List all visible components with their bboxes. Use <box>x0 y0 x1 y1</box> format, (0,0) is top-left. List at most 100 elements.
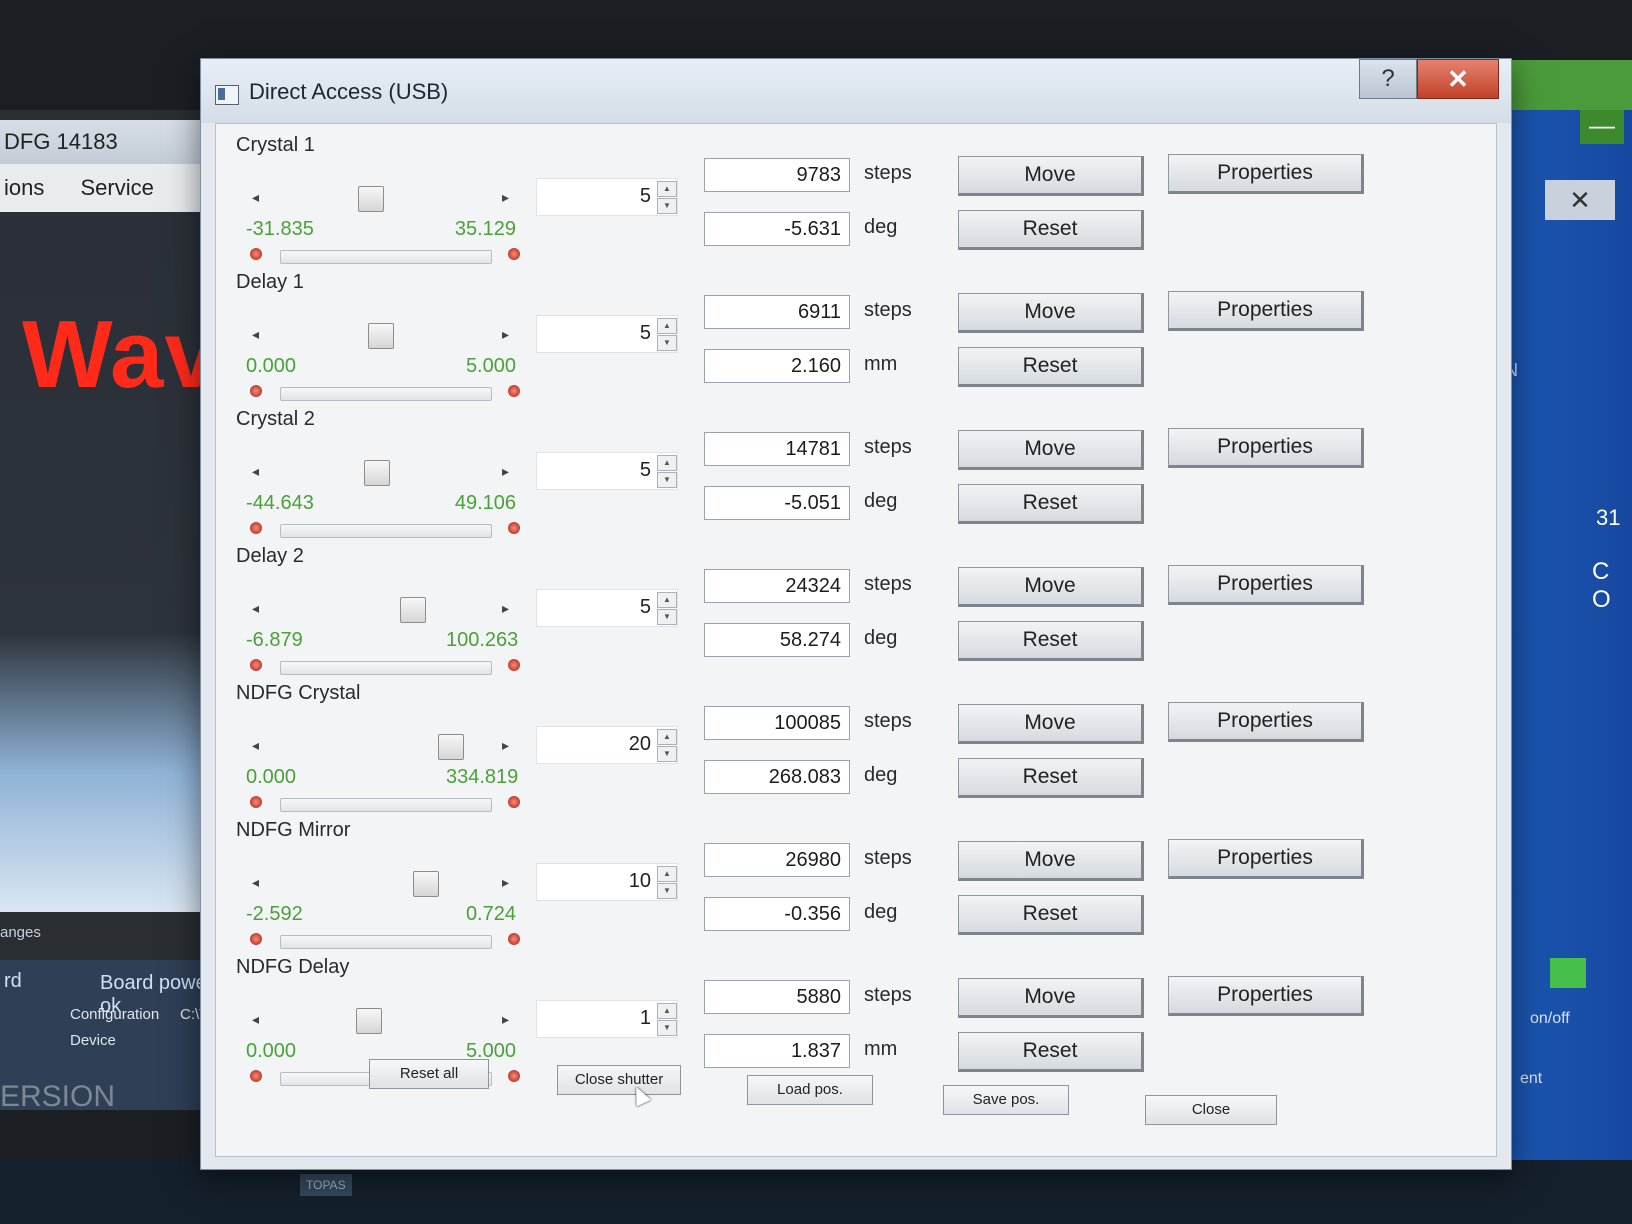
spin-up-icon[interactable]: ▲ <box>657 1003 677 1019</box>
steps-field[interactable]: 26980 <box>704 843 850 877</box>
spin-down-icon[interactable]: ▼ <box>657 335 677 351</box>
step-size-spinbox[interactable]: 5 ▲ ▼ <box>536 315 678 353</box>
reset-all-button[interactable]: Reset all <box>369 1059 489 1089</box>
slider-left-arrow-icon[interactable]: ◂ <box>252 326 259 343</box>
slider-thumb[interactable] <box>413 871 439 897</box>
position-field[interactable]: -5.051 <box>704 486 850 520</box>
step-size-value[interactable]: 20 <box>629 733 651 756</box>
move-button[interactable]: Move <box>958 841 1144 881</box>
step-size-value[interactable]: 5 <box>640 322 651 345</box>
steps-field[interactable]: 24324 <box>704 569 850 603</box>
properties-button[interactable]: Properties <box>1168 839 1364 879</box>
step-size-spinbox[interactable]: 20 ▲ ▼ <box>536 726 678 764</box>
move-button[interactable]: Move <box>958 567 1144 607</box>
spin-down-icon[interactable]: ▼ <box>657 472 677 488</box>
slider-left-arrow-icon[interactable]: ◂ <box>252 737 259 754</box>
position-field[interactable]: 2.160 <box>704 349 850 383</box>
reset-button[interactable]: Reset <box>958 895 1144 935</box>
step-size-spinbox[interactable]: 5 ▲ ▼ <box>536 589 678 627</box>
position-field[interactable]: 1.837 <box>704 1034 850 1068</box>
spin-down-icon[interactable]: ▼ <box>657 746 677 762</box>
steps-field[interactable]: 5880 <box>704 980 850 1014</box>
step-size-value[interactable]: 1 <box>640 1007 651 1030</box>
slider-right-arrow-icon[interactable]: ▸ <box>502 326 509 343</box>
help-button[interactable]: ? <box>1359 59 1417 99</box>
step-size-value[interactable]: 5 <box>640 459 651 482</box>
spin-up-icon[interactable]: ▲ <box>657 318 677 334</box>
slider-left-arrow-icon[interactable]: ◂ <box>252 600 259 617</box>
background-minimize-button[interactable]: — <box>1580 110 1624 144</box>
spin-down-icon[interactable]: ▼ <box>657 1020 677 1036</box>
spin-down-icon[interactable]: ▼ <box>657 883 677 899</box>
slider-thumb[interactable] <box>368 323 394 349</box>
step-size-value[interactable]: 10 <box>629 870 651 893</box>
move-button[interactable]: Move <box>958 978 1144 1018</box>
menu-item-service[interactable]: Service <box>80 175 153 200</box>
properties-button[interactable]: Properties <box>1168 428 1364 468</box>
spin-buttons[interactable]: ▲ ▼ <box>657 729 677 762</box>
position-slider[interactable]: ◂ ▸ <box>246 186 516 212</box>
move-button[interactable]: Move <box>958 704 1144 744</box>
slider-right-arrow-icon[interactable]: ▸ <box>502 737 509 754</box>
position-field[interactable]: 268.083 <box>704 760 850 794</box>
close-button[interactable]: Close <box>1145 1095 1277 1125</box>
position-slider[interactable]: ◂ ▸ <box>246 1008 516 1034</box>
spin-up-icon[interactable]: ▲ <box>657 181 677 197</box>
onoff-toggle[interactable] <box>1550 958 1586 988</box>
position-slider[interactable]: ◂ ▸ <box>246 597 516 623</box>
spin-down-icon[interactable]: ▼ <box>657 609 677 625</box>
slider-right-arrow-icon[interactable]: ▸ <box>502 463 509 480</box>
move-button[interactable]: Move <box>958 156 1144 196</box>
spin-buttons[interactable]: ▲ ▼ <box>657 1003 677 1036</box>
step-size-spinbox[interactable]: 5 ▲ ▼ <box>536 178 678 216</box>
position-slider[interactable]: ◂ ▸ <box>246 323 516 349</box>
steps-field[interactable]: 6911 <box>704 295 850 329</box>
background-close-button[interactable]: ✕ <box>1545 180 1615 220</box>
reset-button[interactable]: Reset <box>958 484 1144 524</box>
slider-thumb[interactable] <box>356 1008 382 1034</box>
steps-field[interactable]: 100085 <box>704 706 850 740</box>
properties-button[interactable]: Properties <box>1168 154 1364 194</box>
menu-item-options[interactable]: ions <box>4 175 44 200</box>
slider-right-arrow-icon[interactable]: ▸ <box>502 1011 509 1028</box>
slider-thumb[interactable] <box>438 734 464 760</box>
move-button[interactable]: Move <box>958 430 1144 470</box>
slider-left-arrow-icon[interactable]: ◂ <box>252 874 259 891</box>
position-field[interactable]: 58.274 <box>704 623 850 657</box>
step-size-value[interactable]: 5 <box>640 596 651 619</box>
close-window-button[interactable]: ✕ <box>1417 59 1499 99</box>
changes-tab[interactable]: anges <box>0 924 41 941</box>
reset-button[interactable]: Reset <box>958 347 1144 387</box>
properties-button[interactable]: Properties <box>1168 702 1364 742</box>
spin-buttons[interactable]: ▲ ▼ <box>657 866 677 899</box>
reset-button[interactable]: Reset <box>958 621 1144 661</box>
save-pos-button[interactable]: Save pos. <box>943 1085 1069 1115</box>
step-size-spinbox[interactable]: 5 ▲ ▼ <box>536 452 678 490</box>
close-shutter-button[interactable]: Close shutter <box>557 1065 681 1095</box>
move-button[interactable]: Move <box>958 293 1144 333</box>
taskbar-topas-app[interactable]: TOPAS <box>300 1174 352 1196</box>
steps-field[interactable]: 14781 <box>704 432 850 466</box>
position-slider[interactable]: ◂ ▸ <box>246 871 516 897</box>
load-pos-button[interactable]: Load pos. <box>747 1075 873 1105</box>
position-slider[interactable]: ◂ ▸ <box>246 734 516 760</box>
spin-down-icon[interactable]: ▼ <box>657 198 677 214</box>
slider-thumb[interactable] <box>400 597 426 623</box>
spin-buttons[interactable]: ▲ ▼ <box>657 592 677 625</box>
spin-up-icon[interactable]: ▲ <box>657 729 677 745</box>
properties-button[interactable]: Properties <box>1168 291 1364 331</box>
slider-right-arrow-icon[interactable]: ▸ <box>502 189 509 206</box>
reset-button[interactable]: Reset <box>958 210 1144 250</box>
slider-left-arrow-icon[interactable]: ◂ <box>252 463 259 480</box>
slider-left-arrow-icon[interactable]: ◂ <box>252 189 259 206</box>
spin-up-icon[interactable]: ▲ <box>657 455 677 471</box>
reset-button[interactable]: Reset <box>958 758 1144 798</box>
spin-up-icon[interactable]: ▲ <box>657 592 677 608</box>
properties-button[interactable]: Properties <box>1168 565 1364 605</box>
step-size-spinbox[interactable]: 10 ▲ ▼ <box>536 863 678 901</box>
position-field[interactable]: -0.356 <box>704 897 850 931</box>
spin-buttons[interactable]: ▲ ▼ <box>657 455 677 488</box>
reset-button[interactable]: Reset <box>958 1032 1144 1072</box>
position-slider[interactable]: ◂ ▸ <box>246 460 516 486</box>
position-field[interactable]: -5.631 <box>704 212 850 246</box>
